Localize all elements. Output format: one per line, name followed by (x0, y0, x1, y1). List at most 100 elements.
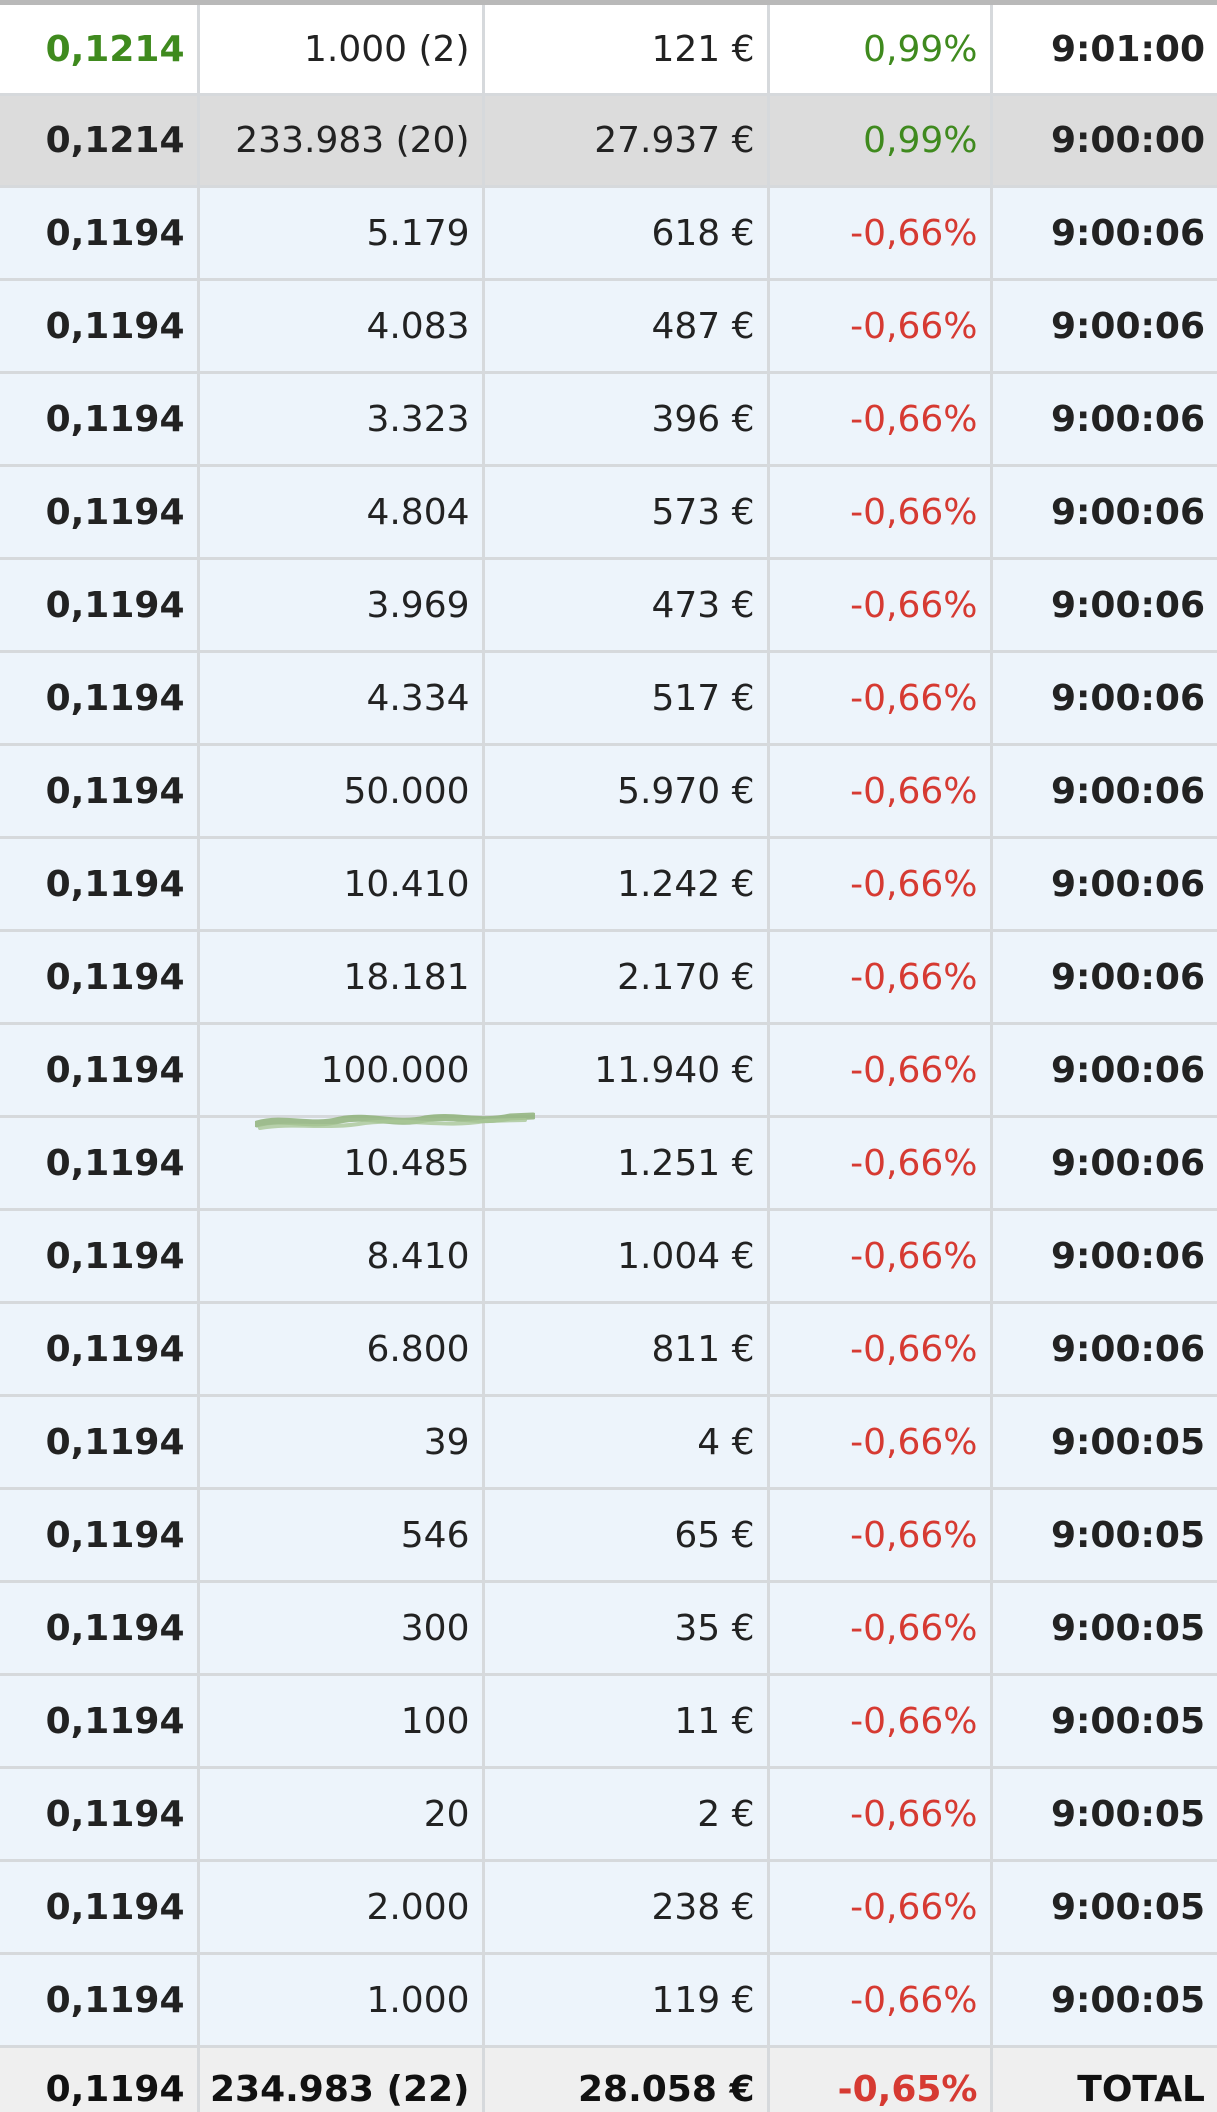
trade-row[interactable]: 0,119410011 €-0,66%9:00:05 (0, 1675, 1217, 1768)
amount-cell: 4 € (483, 1396, 768, 1489)
trade-row[interactable]: 0,1194202 €-0,66%9:00:05 (0, 1768, 1217, 1861)
price-cell: 0,1194 (0, 559, 198, 652)
price-cell: 0,1194 (0, 1117, 198, 1210)
time-cell: 9:00:05 (991, 1861, 1217, 1954)
change-cell: 0,99% (768, 5, 991, 95)
amount-cell: 487 € (483, 280, 768, 373)
volume-cell: 5.179 (198, 187, 483, 280)
trade-row[interactable]: 0,11944.804573 €-0,66%9:00:06 (0, 466, 1217, 559)
volume-cell: 10.485 (198, 1117, 483, 1210)
amount-cell: 5.970 € (483, 745, 768, 838)
trade-row[interactable]: 0,119410.4851.251 €-0,66%9:00:06 (0, 1117, 1217, 1210)
amount-cell: 238 € (483, 1861, 768, 1954)
change-cell: -0,66% (768, 838, 991, 931)
time-cell: 9:00:06 (991, 1117, 1217, 1210)
price-cell: 0,1214 (0, 95, 198, 187)
trade-row[interactable]: 0,11943.323396 €-0,66%9:00:06 (0, 373, 1217, 466)
latest-trade-row[interactable]: 0,1214 1.000 (2) 121 € 0,99% 9:01:00 (0, 5, 1217, 95)
change-cell: -0,66% (768, 1210, 991, 1303)
amount-cell: 396 € (483, 373, 768, 466)
amount-cell: 811 € (483, 1303, 768, 1396)
amount-cell: 2.170 € (483, 931, 768, 1024)
price-cell: 0,1214 (0, 5, 198, 95)
time-cell: 9:00:05 (991, 1768, 1217, 1861)
trade-row[interactable]: 0,119450.0005.970 €-0,66%9:00:06 (0, 745, 1217, 838)
trade-row[interactable]: 0,11942.000238 €-0,66%9:00:05 (0, 1861, 1217, 1954)
trade-row[interactable]: 0,11944.334517 €-0,66%9:00:06 (0, 652, 1217, 745)
volume-cell: 8.410 (198, 1210, 483, 1303)
trade-row[interactable]: 0,1194394 €-0,66%9:00:05 (0, 1396, 1217, 1489)
trade-row[interactable]: 0,11948.4101.004 €-0,66%9:00:06 (0, 1210, 1217, 1303)
time-cell: 9:00:06 (991, 1210, 1217, 1303)
trade-row[interactable]: 0,11944.083487 €-0,66%9:00:06 (0, 280, 1217, 373)
total-amount-cell: 28.058 € (483, 2047, 768, 2112)
time-cell: 9:00:06 (991, 373, 1217, 466)
time-cell: 9:00:06 (991, 1303, 1217, 1396)
amount-cell: 119 € (483, 1954, 768, 2047)
amount-cell: 35 € (483, 1582, 768, 1675)
price-cell: 0,1194 (0, 1396, 198, 1489)
change-cell: -0,66% (768, 1675, 991, 1768)
time-cell: 9:00:05 (991, 1582, 1217, 1675)
amount-cell: 11.940 € (483, 1024, 768, 1117)
time-cell: 9:00:06 (991, 1024, 1217, 1117)
volume-cell: 546 (198, 1489, 483, 1582)
price-cell: 0,1194 (0, 1024, 198, 1117)
amount-cell: 2 € (483, 1768, 768, 1861)
change-cell: -0,66% (768, 652, 991, 745)
change-cell: -0,66% (768, 1303, 991, 1396)
trade-row[interactable]: 0,119410.4101.242 €-0,66%9:00:06 (0, 838, 1217, 931)
amount-cell: 618 € (483, 187, 768, 280)
time-cell: 9:00:06 (991, 652, 1217, 745)
change-cell: -0,66% (768, 559, 991, 652)
change-cell: -0,66% (768, 745, 991, 838)
price-cell: 0,1194 (0, 466, 198, 559)
change-cell: -0,66% (768, 187, 991, 280)
volume-cell: 3.969 (198, 559, 483, 652)
volume-cell: 1.000 (198, 1954, 483, 2047)
price-cell: 0,1194 (0, 652, 198, 745)
trade-row[interactable]: 0,11946.800811 €-0,66%9:00:06 (0, 1303, 1217, 1396)
trade-row[interactable]: 0,119454665 €-0,66%9:00:05 (0, 1489, 1217, 1582)
time-cell: 9:00:05 (991, 1489, 1217, 1582)
total-change-cell: -0,65% (768, 2047, 991, 2112)
trade-row[interactable]: 0,1194100.00011.940 €-0,66%9:00:06 (0, 1024, 1217, 1117)
trade-row[interactable]: 0,119430035 €-0,66%9:00:05 (0, 1582, 1217, 1675)
change-cell: -0,66% (768, 1117, 991, 1210)
volume-cell: 20 (198, 1768, 483, 1861)
change-cell: -0,66% (768, 1024, 991, 1117)
time-cell: 9:00:05 (991, 1675, 1217, 1768)
trade-row[interactable]: 0,11941.000119 €-0,66%9:00:05 (0, 1954, 1217, 2047)
volume-cell: 4.083 (198, 280, 483, 373)
volume-cell: 100.000 (198, 1024, 483, 1117)
amount-cell: 65 € (483, 1489, 768, 1582)
volume-cell: 10.410 (198, 838, 483, 931)
change-cell: 0,99% (768, 95, 991, 187)
change-cell: -0,66% (768, 1582, 991, 1675)
price-cell: 0,1194 (0, 187, 198, 280)
trades-table: 0,1214 1.000 (2) 121 € 0,99% 9:01:00 0,1… (0, 5, 1217, 2112)
time-cell: 9:00:06 (991, 466, 1217, 559)
change-cell: -0,66% (768, 466, 991, 559)
time-cell: 9:00:05 (991, 1396, 1217, 1489)
trade-row[interactable]: 0,11945.179618 €-0,66%9:00:06 (0, 187, 1217, 280)
opening-summary-row[interactable]: 0,1214 233.983 (20) 27.937 € 0,99% 9:00:… (0, 95, 1217, 187)
amount-cell: 517 € (483, 652, 768, 745)
amount-cell: 473 € (483, 559, 768, 652)
trade-row[interactable]: 0,119418.1812.170 €-0,66%9:00:06 (0, 931, 1217, 1024)
amount-cell: 121 € (483, 5, 768, 95)
price-cell: 0,1194 (0, 1768, 198, 1861)
change-cell: -0,66% (768, 1861, 991, 1954)
amount-cell: 1.004 € (483, 1210, 768, 1303)
volume-cell: 6.800 (198, 1303, 483, 1396)
total-price-cell: 0,1194 (0, 2047, 198, 2112)
price-cell: 0,1194 (0, 1303, 198, 1396)
total-label-cell: TOTAL (991, 2047, 1217, 2112)
price-cell: 0,1194 (0, 280, 198, 373)
volume-cell: 4.334 (198, 652, 483, 745)
time-cell: 9:00:06 (991, 745, 1217, 838)
total-section: 0,1194 234.983 (22) 28.058 € -0,65% TOTA… (0, 2047, 1217, 2112)
price-cell: 0,1194 (0, 1210, 198, 1303)
trade-row[interactable]: 0,11943.969473 €-0,66%9:00:06 (0, 559, 1217, 652)
volume-cell: 233.983 (20) (198, 95, 483, 187)
